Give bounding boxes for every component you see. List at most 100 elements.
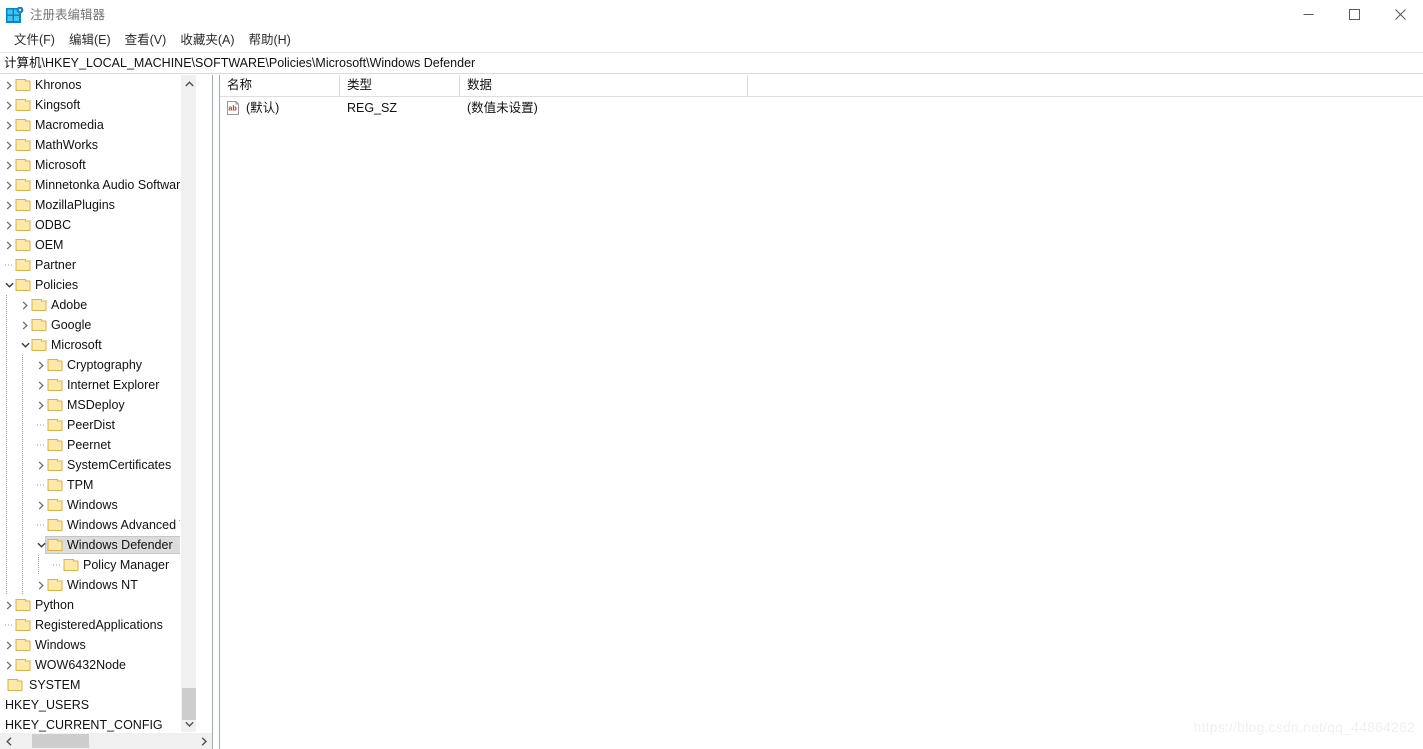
- tree-item-mozillaplugins[interactable]: MozillaPlugins: [0, 195, 196, 215]
- tree-item-python[interactable]: Python: [0, 595, 196, 615]
- tree-item-google[interactable]: Google: [0, 315, 196, 335]
- address-path: 计算机\HKEY_LOCAL_MACHINE\SOFTWARE\Policies…: [4, 56, 476, 70]
- scroll-down-icon[interactable]: [181, 715, 197, 732]
- tree-item-registeredapplications[interactable]: RegisteredApplications: [0, 615, 196, 635]
- tree-item-msdeploy[interactable]: MSDeploy: [0, 395, 196, 415]
- tree-item-odbc[interactable]: ODBC: [0, 215, 196, 235]
- folder-icon: [15, 158, 31, 172]
- tree-item-windows-nt[interactable]: Windows NT: [0, 575, 196, 595]
- tree-guide-line: [6, 335, 7, 355]
- close-button[interactable]: [1377, 0, 1423, 29]
- tree-item-label: SYSTEM: [29, 678, 81, 692]
- column-header-type[interactable]: 类型: [340, 75, 460, 96]
- menu-file[interactable]: 文件(F): [7, 31, 62, 51]
- folder-icon: [63, 558, 79, 572]
- column-header-data[interactable]: 数据: [460, 75, 748, 96]
- svg-text:ab: ab: [228, 103, 237, 112]
- tree-item-systemcertificates[interactable]: SystemCertificates: [0, 455, 196, 475]
- tree-guide-line: [6, 475, 7, 495]
- pane-splitter[interactable]: [212, 75, 220, 749]
- tree-guide-line: [6, 295, 7, 315]
- folder-icon: [47, 478, 63, 492]
- tree-item-policy-manager[interactable]: Policy Manager: [0, 555, 196, 575]
- tree-horizontal-scrollbar[interactable]: [0, 732, 212, 749]
- tree-item-label: PeerDist: [67, 418, 115, 432]
- tree-item-policies[interactable]: Policies: [0, 275, 196, 295]
- tree-item-windows-defender[interactable]: Windows Defender: [0, 535, 196, 555]
- tree-vertical-scrollbar[interactable]: [180, 75, 196, 732]
- tree-item-label: Windows Advanced Th: [67, 518, 194, 532]
- tree-item-wow6432node[interactable]: WOW6432Node: [0, 655, 196, 675]
- folder-icon: [15, 258, 31, 272]
- tree-item-internet-explorer[interactable]: Internet Explorer: [0, 375, 196, 395]
- address-bar[interactable]: 计算机\HKEY_LOCAL_MACHINE\SOFTWARE\Policies…: [0, 52, 1423, 74]
- tree-item-partner[interactable]: Partner: [0, 255, 196, 275]
- menu-favorites[interactable]: 收藏夹(A): [173, 31, 241, 51]
- menu-view[interactable]: 查看(V): [118, 31, 174, 51]
- folder-icon: [47, 498, 63, 512]
- folder-icon: [15, 138, 31, 152]
- tree-guide-line: [6, 455, 7, 475]
- tree-guide-line: [6, 515, 7, 535]
- tree-item-windows-advanced-th[interactable]: Windows Advanced Th: [0, 515, 196, 535]
- tree-item-adobe[interactable]: Adobe: [0, 295, 196, 315]
- scroll-right-icon[interactable]: [195, 733, 212, 749]
- tree-item-windows[interactable]: Windows: [0, 635, 196, 655]
- registry-tree-pane: Khronos Kingsoft Macromedia MathWorks Micros…: [0, 75, 212, 749]
- tree-item-mathworks[interactable]: MathWorks: [0, 135, 196, 155]
- tree-guide-line: [6, 435, 7, 455]
- folder-icon: [7, 678, 23, 692]
- menu-help[interactable]: 帮助(H): [241, 31, 297, 51]
- tree-item-system[interactable]: SYSTEM: [0, 675, 196, 695]
- tree-item-hkey-users[interactable]: HKEY_USERS: [0, 695, 196, 715]
- minimize-button[interactable]: [1285, 0, 1331, 29]
- value-data: (数值未设置): [467, 101, 538, 115]
- tree-horizontal-thumb[interactable]: [32, 734, 89, 748]
- tree-item-label: SystemCertificates: [67, 458, 172, 472]
- maximize-button[interactable]: [1331, 0, 1377, 29]
- tree-guide-line: [6, 495, 7, 515]
- tree-item-microsoft[interactable]: Microsoft: [0, 335, 196, 355]
- folder-icon: [15, 658, 31, 672]
- window-controls: [1285, 0, 1423, 29]
- tree-item-label: Windows NT: [67, 578, 138, 592]
- tree-item-microsoft[interactable]: Microsoft: [0, 155, 196, 175]
- tree-item-oem[interactable]: OEM: [0, 235, 196, 255]
- tree-item-minnetonka-audio-software[interactable]: Minnetonka Audio Software: [0, 175, 196, 195]
- tree-guide-line: [38, 555, 39, 575]
- tree-item-windows[interactable]: Windows: [0, 495, 196, 515]
- tree-item-label: Kingsoft: [35, 98, 81, 112]
- tree-item-macromedia[interactable]: Macromedia: [0, 115, 196, 135]
- tree-guide-line: [22, 395, 23, 415]
- tree-item-label: Windows: [67, 498, 118, 512]
- tree-item-hkey-current-config[interactable]: HKEY_CURRENT_CONFIG: [0, 715, 196, 732]
- tree-guide-line: [6, 535, 7, 555]
- tree-item-label: Microsoft: [51, 338, 102, 352]
- main-content: Khronos Kingsoft Macromedia MathWorks Micros…: [0, 75, 1423, 749]
- tree-guide-line: [6, 375, 7, 395]
- tree-item-label: OEM: [35, 238, 64, 252]
- tree-item-label: Partner: [35, 258, 76, 272]
- column-header-name[interactable]: 名称: [220, 75, 340, 96]
- tree-item-tpm[interactable]: TPM: [0, 475, 196, 495]
- folder-icon: [47, 578, 63, 592]
- tree-item-peernet[interactable]: Peernet: [0, 435, 196, 455]
- scroll-up-icon[interactable]: [181, 75, 197, 92]
- registry-tree[interactable]: Khronos Kingsoft Macromedia MathWorks Micros…: [0, 75, 196, 732]
- folder-icon: [47, 398, 63, 412]
- tree-item-label: WOW6432Node: [35, 658, 127, 672]
- tree-guide-line: [6, 415, 7, 435]
- scroll-left-icon[interactable]: [0, 733, 17, 749]
- folder-icon: [15, 178, 31, 192]
- tree-item-cryptography[interactable]: Cryptography: [0, 355, 196, 375]
- folder-icon: [15, 118, 31, 132]
- tree-item-label: MSDeploy: [67, 398, 125, 412]
- tree-item-khronos[interactable]: Khronos: [0, 75, 196, 95]
- menu-edit[interactable]: 编辑(E): [62, 31, 118, 51]
- table-row[interactable]: ab (默认) REG_SZ (数值未设置): [220, 97, 1423, 119]
- folder-icon: [15, 638, 31, 652]
- tree-item-label: ODBC: [35, 218, 72, 232]
- tree-item-peerdist[interactable]: PeerDist: [0, 415, 196, 435]
- folder-icon: [15, 278, 31, 292]
- tree-item-kingsoft[interactable]: Kingsoft: [0, 95, 196, 115]
